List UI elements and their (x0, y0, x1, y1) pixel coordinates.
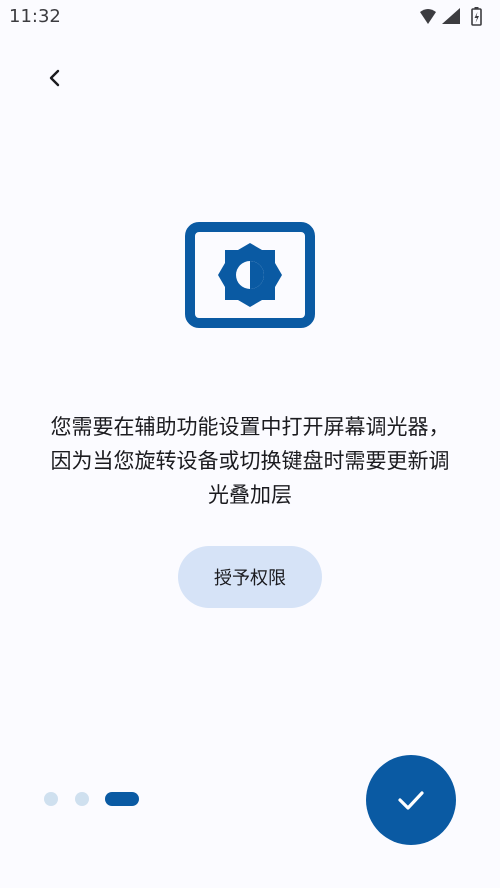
back-arrow-icon (49, 69, 60, 87)
back-button[interactable] (34, 57, 76, 99)
message-line-1: 您需要在辅助功能设置中打开屏幕调光器， (50, 415, 450, 439)
status-time: 11:32 (9, 6, 61, 27)
status-icons (420, 7, 482, 26)
signal-icon (442, 8, 460, 24)
page-indicator (44, 792, 144, 806)
screen-brightness-icon (185, 222, 315, 328)
battery-charging-icon (471, 7, 482, 26)
page-dot-2 (75, 792, 89, 806)
message-line-3: 光叠加层 (208, 483, 292, 507)
page-dot-3-active (105, 792, 139, 806)
check-icon (398, 791, 424, 810)
message-line-2: 因为当您旋转设备或切换键盘时需要更新调 (50, 449, 450, 473)
status-bar: 11:32 (0, 0, 500, 36)
confirm-fab[interactable] (366, 755, 456, 845)
page-dot-1 (44, 792, 58, 806)
wifi-icon (420, 9, 436, 24)
grant-permission-label: 授予权限 (214, 568, 286, 589)
accessibility-message: 您需要在辅助功能设置中打开屏幕调光器， 因为当您旋转设备或切换键盘时需要更新调 … (20, 410, 480, 512)
grant-permission-button[interactable]: 授予权限 (178, 546, 322, 608)
